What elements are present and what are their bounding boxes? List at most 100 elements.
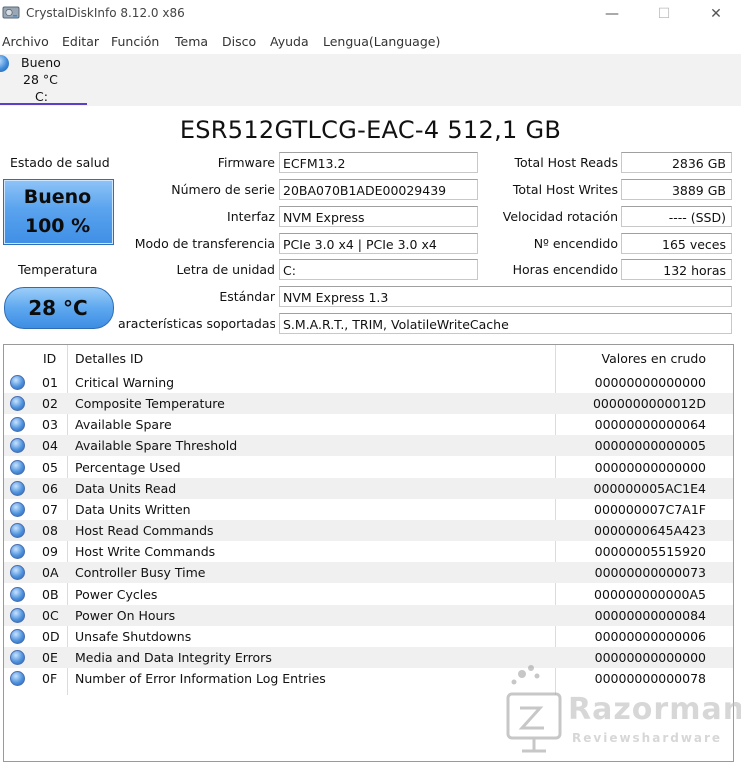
header-raw-values[interactable]: Valores en crudo xyxy=(560,351,706,366)
features-label: aracterísticas soportadas xyxy=(118,316,275,331)
status-dot-icon xyxy=(10,396,25,411)
row-attribute-name: Power Cycles xyxy=(75,587,158,602)
row-id: 0D xyxy=(42,629,60,644)
row-attribute-name: Host Write Commands xyxy=(75,544,216,559)
row-raw-value: 0000000000012D xyxy=(592,396,706,411)
row-id: 08 xyxy=(42,523,58,538)
health-status-text: Bueno xyxy=(23,186,92,208)
disk-model-title: ESR512GTLCG-EAC-4 512,1 GB xyxy=(179,116,562,144)
maximize-icon: ☐ xyxy=(657,6,671,22)
disk-tab-selected-indicator xyxy=(0,103,87,105)
row-attribute-name: Data Units Written xyxy=(75,502,191,517)
status-dot-icon xyxy=(10,565,25,580)
health-percent: 100 % xyxy=(24,215,91,237)
firmware-field: ECFM13.2 xyxy=(279,152,478,173)
status-dot-icon xyxy=(10,587,25,602)
row-id: 03 xyxy=(42,417,58,432)
features-field: S.M.A.R.T., TRIM, VolatileWriteCache xyxy=(279,313,732,334)
watermark-brand: Razorman xyxy=(568,692,741,727)
status-dot-icon xyxy=(10,608,25,623)
status-dot-icon xyxy=(10,460,25,475)
row-raw-value: 00000000000084 xyxy=(594,608,706,623)
host-writes-label: Total Host Writes xyxy=(512,182,618,197)
temperature-label: Temperatura xyxy=(18,262,98,277)
interface-label: Interfaz xyxy=(227,209,275,224)
disk-tab-temp: 28 °C xyxy=(23,72,58,87)
header-details[interactable]: Detalles ID xyxy=(75,351,143,366)
status-dot-icon xyxy=(10,629,25,644)
row-id: 07 xyxy=(42,502,58,517)
row-attribute-name: Data Units Read xyxy=(75,481,177,496)
close-button[interactable]: ✕ xyxy=(696,4,736,24)
row-id: 0E xyxy=(42,650,58,665)
row-id: 0F xyxy=(42,671,58,686)
row-raw-value: 000000005AC1E4 xyxy=(593,481,706,496)
drive-letter-label: Letra de unidad xyxy=(176,262,275,277)
header-id[interactable]: ID xyxy=(43,351,56,366)
watermark-tagline: Reviewshardware xyxy=(572,731,723,745)
menu-disco[interactable]: Disco xyxy=(222,34,256,49)
row-raw-value: 00000000000064 xyxy=(594,417,706,432)
status-dot-icon xyxy=(10,417,25,432)
menu-tema[interactable]: Tema xyxy=(175,34,208,49)
disk-tab-drive: C: xyxy=(35,89,48,104)
row-raw-value: 000000007C7A1F xyxy=(594,502,706,517)
row-id: 01 xyxy=(42,375,58,390)
row-attribute-name: Host Read Commands xyxy=(75,523,214,538)
row-attribute-name: Unsafe Shutdowns xyxy=(75,629,192,644)
maximize-button[interactable]: ☐ xyxy=(644,4,684,24)
transfer-mode-field: PCIe 3.0 x4 | PCIe 3.0 x4 xyxy=(279,233,478,254)
row-attribute-name: Available Spare Threshold xyxy=(75,438,238,453)
row-attribute-name: Controller Busy Time xyxy=(75,565,206,580)
power-hours-label: Horas encendido xyxy=(512,262,618,277)
row-raw-value: 00000000000000 xyxy=(594,460,706,475)
disk-tab-status: Bueno xyxy=(21,55,61,70)
serial-label: Número de serie xyxy=(171,182,275,197)
standard-label: Estándar xyxy=(219,289,275,304)
rotation-field: ---- (SSD) xyxy=(621,206,732,227)
row-raw-value: 00000005515920 xyxy=(594,544,706,559)
serial-field: 20BA070B1ADE00029439 xyxy=(279,179,478,200)
minimize-button[interactable]: — xyxy=(592,4,632,24)
status-dot-icon xyxy=(10,650,25,665)
menu-funcion[interactable]: Función xyxy=(111,34,159,49)
row-attribute-name: Number of Error Information Log Entries xyxy=(75,671,326,686)
row-id: 04 xyxy=(42,438,58,453)
window-title: CrystalDiskInfo 8.12.0 x86 xyxy=(26,6,185,20)
row-id: 06 xyxy=(42,481,58,496)
menu-ayuda[interactable]: Ayuda xyxy=(270,34,309,49)
status-dot-icon xyxy=(10,523,25,538)
status-dot-icon xyxy=(10,502,25,517)
host-reads-label: Total Host Reads xyxy=(514,155,618,170)
menu-editar[interactable]: Editar xyxy=(62,34,99,49)
power-count-field: 165 veces xyxy=(621,233,732,254)
menu-archivo[interactable]: Archivo xyxy=(2,34,49,49)
row-attribute-name: Media and Data Integrity Errors xyxy=(75,650,272,665)
row-raw-value: 00000000000073 xyxy=(594,565,706,580)
status-dot-icon xyxy=(10,671,25,686)
power-hours-field: 132 horas xyxy=(621,259,732,280)
row-id: 0C xyxy=(42,608,59,623)
temperature-value: 28 °C xyxy=(28,296,88,320)
status-dot-icon xyxy=(10,438,25,453)
menu-language[interactable]: Lengua(Language) xyxy=(323,34,440,49)
app-icon xyxy=(2,5,20,21)
firmware-label: Firmware xyxy=(217,155,275,170)
row-id: 02 xyxy=(42,396,58,411)
transfer-mode-label: Modo de transferencia xyxy=(134,236,275,251)
row-raw-value: 00000000000005 xyxy=(594,438,706,453)
status-dot-icon xyxy=(10,544,25,559)
status-dot-icon xyxy=(10,375,25,390)
row-id: 05 xyxy=(42,460,58,475)
rotation-label: Velocidad rotación xyxy=(502,209,618,224)
power-count-label: Nº encendido xyxy=(533,236,618,251)
row-id: 09 xyxy=(42,544,58,559)
row-attribute-name: Composite Temperature xyxy=(75,396,225,411)
minimize-icon: — xyxy=(605,6,619,22)
row-raw-value: 00000000000006 xyxy=(594,629,706,644)
row-raw-value: 00000000000000 xyxy=(594,375,706,390)
row-attribute-name: Percentage Used xyxy=(75,460,181,475)
row-attribute-name: Available Spare xyxy=(75,417,172,432)
row-id: 0A xyxy=(42,565,59,580)
row-id: 0B xyxy=(42,587,59,602)
